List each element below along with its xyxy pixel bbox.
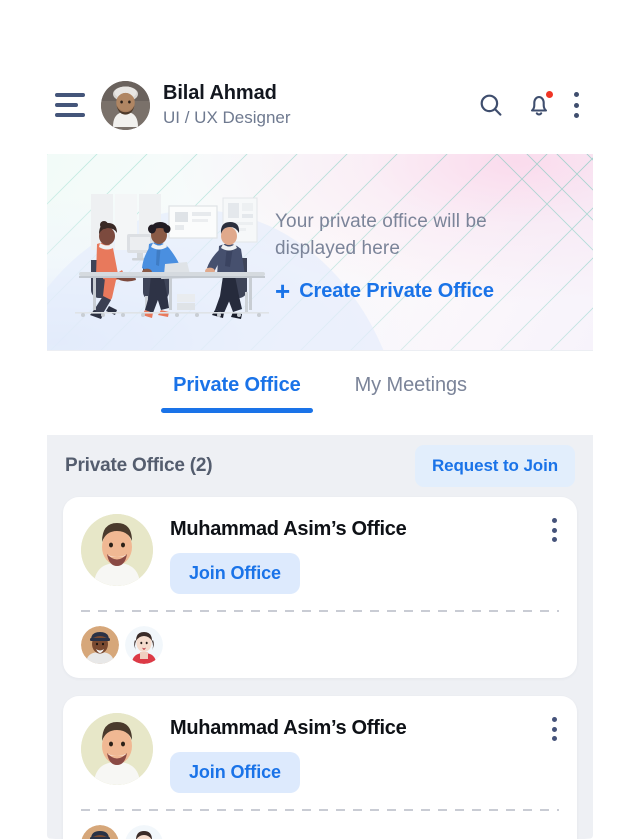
kebab-dot	[573, 102, 579, 108]
user-name: Bilal Ahmad	[163, 82, 277, 104]
bell-icon[interactable]	[525, 90, 554, 119]
office-owner-avatar	[81, 713, 153, 785]
notification-badge	[545, 90, 554, 99]
join-office-button[interactable]: Join Office	[170, 553, 300, 594]
create-private-office-label: Create Private Office	[299, 279, 494, 302]
member-avatar[interactable]	[125, 825, 163, 839]
tab-my-meetings[interactable]: My Meetings	[355, 374, 467, 413]
office-card-header: Muhammad Asim’s Office Join Office	[81, 713, 559, 793]
card-divider	[81, 610, 559, 612]
search-icon[interactable]	[477, 91, 505, 119]
office-card-body: Muhammad Asim’s Office Join Office	[170, 514, 559, 594]
kebab-dot	[551, 527, 557, 533]
office-card-body: Muhammad Asim’s Office Join Office	[170, 713, 559, 793]
app-header: Bilal Ahmad UI / UX Designer	[47, 60, 593, 150]
office-title: Muhammad Asim’s Office	[170, 518, 407, 540]
hamburger-line	[55, 93, 85, 97]
office-members	[81, 626, 559, 664]
hamburger-line	[55, 103, 78, 107]
private-office-list: Private Office (2) Request to Join Muham…	[47, 435, 593, 839]
card-kebab-menu-icon[interactable]	[551, 518, 557, 542]
card-kebab-menu-icon[interactable]	[551, 717, 557, 741]
tab-my-meetings-label: My Meetings	[354, 374, 467, 396]
user-info: Bilal Ahmad UI / UX Designer	[163, 81, 477, 129]
header-actions	[477, 90, 579, 119]
banner-copy: Your private office will be displayed he…	[275, 208, 575, 304]
office-meeting-illustration	[75, 194, 269, 319]
tab-bar: Private Office My Meetings	[47, 352, 593, 435]
office-card[interactable]: Muhammad Asim’s Office Join Office	[63, 497, 577, 678]
office-card[interactable]: Muhammad Asim’s Office Join Office	[63, 696, 577, 839]
kebab-dot	[551, 518, 557, 523]
device-screen: Bilal Ahmad UI / UX Designer Your privat…	[47, 46, 593, 839]
kebab-dot	[573, 113, 579, 118]
banner-message-line2: displayed here	[275, 238, 400, 259]
device-frame: Bilal Ahmad UI / UX Designer Your privat…	[0, 0, 640, 839]
office-owner-avatar	[81, 514, 153, 586]
user-role: UI / UX Designer	[163, 108, 291, 127]
avatar[interactable]	[101, 80, 150, 130]
create-private-office-button[interactable]: + Create Private Office	[275, 278, 575, 304]
kebab-dot	[551, 537, 557, 542]
banner-message-line1: Your private office will be	[275, 211, 487, 232]
app-screenshot: Bilal Ahmad UI / UX Designer Your privat…	[0, 0, 640, 839]
tab-private-office[interactable]: Private Office	[161, 374, 313, 413]
kebab-menu-icon[interactable]	[573, 92, 579, 118]
request-to-join-button[interactable]: Request to Join	[414, 445, 575, 487]
member-avatar[interactable]	[81, 626, 119, 664]
tab-active-indicator	[161, 408, 313, 413]
tab-private-office-label: Private Office	[173, 374, 301, 396]
member-avatar[interactable]	[125, 626, 163, 664]
hamburger-icon[interactable]	[55, 90, 91, 120]
member-avatar[interactable]	[81, 825, 119, 839]
kebab-dot	[573, 92, 579, 97]
plus-icon: +	[275, 276, 291, 306]
create-office-banner: Your private office will be displayed he…	[47, 154, 593, 351]
join-office-button[interactable]: Join Office	[170, 752, 300, 793]
kebab-dot	[551, 726, 557, 732]
office-members	[81, 825, 559, 839]
card-divider	[81, 809, 559, 811]
section-title: Private Office (2)	[65, 455, 213, 476]
office-card-header: Muhammad Asim’s Office Join Office	[81, 514, 559, 594]
user-photo	[101, 80, 150, 130]
hamburger-line	[55, 113, 85, 117]
kebab-dot	[551, 717, 557, 722]
office-title: Muhammad Asim’s Office	[170, 717, 407, 739]
kebab-dot	[551, 736, 557, 741]
section-header: Private Office (2) Request to Join	[63, 435, 577, 497]
